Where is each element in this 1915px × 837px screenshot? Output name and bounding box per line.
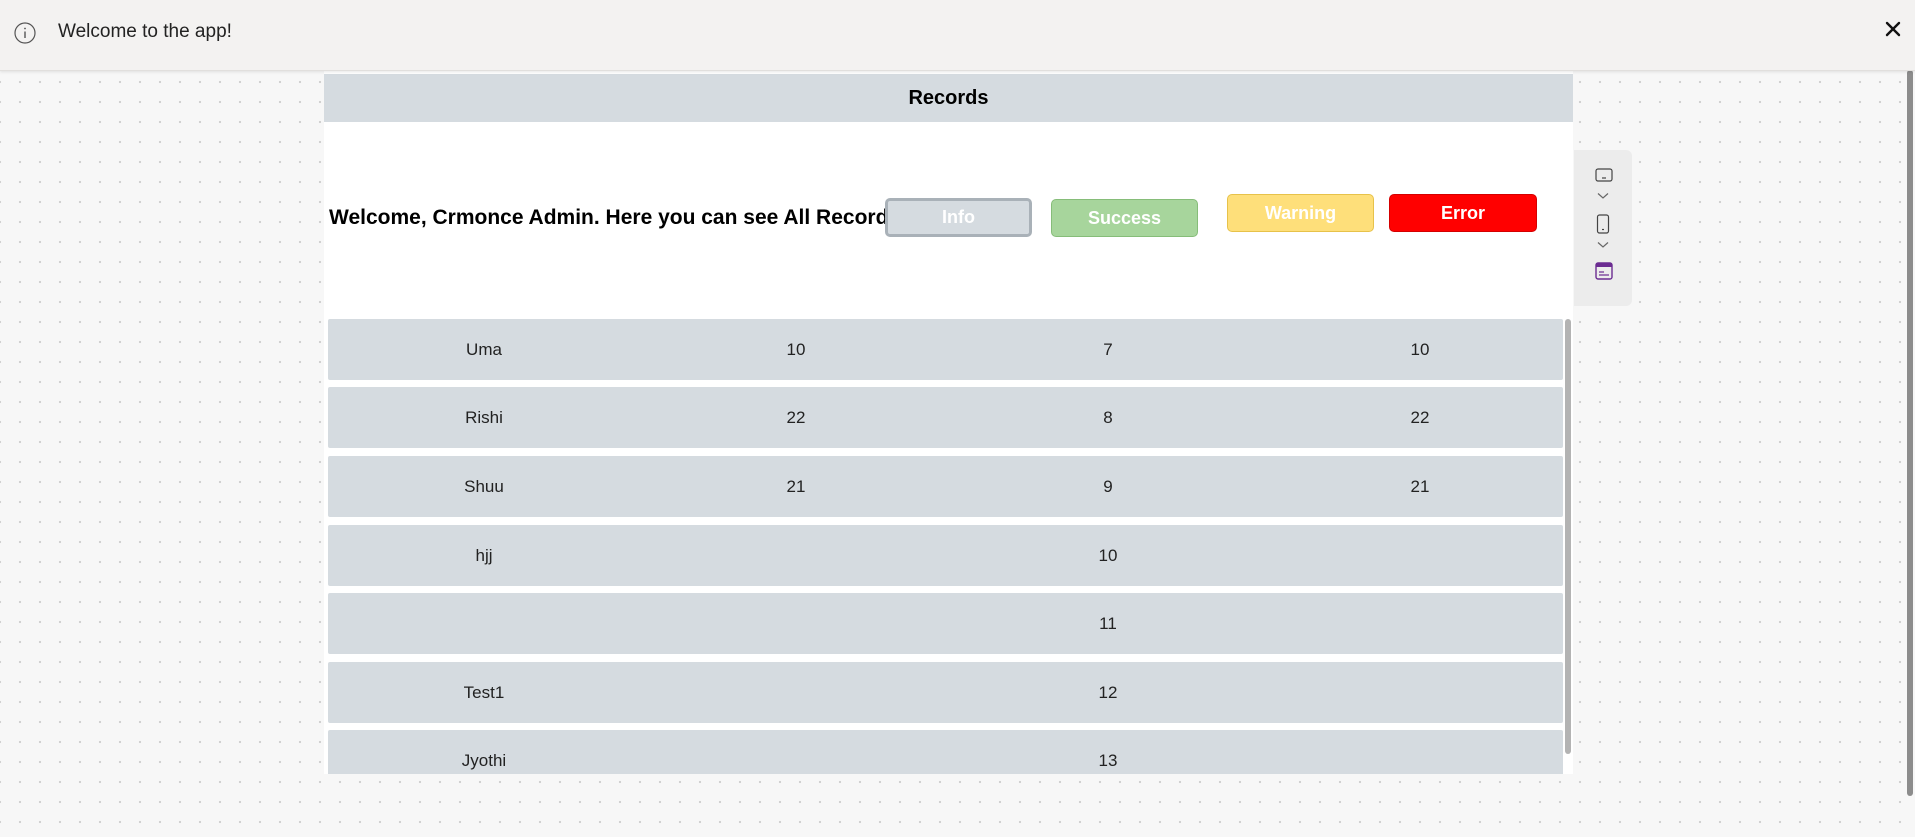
panel-title: Records (908, 86, 989, 109)
record-name: hjj (475, 545, 493, 565)
chevron-down-icon[interactable] (1597, 192, 1609, 200)
table-row[interactable]: Shuu 21 9 21 (328, 456, 1563, 517)
success-button[interactable]: Success (1051, 199, 1198, 237)
app-window-icon[interactable] (1595, 262, 1613, 280)
records-panel: Records Welcome, Crmonce Admin. Here you… (324, 71, 1573, 774)
record-id: 11 (1099, 613, 1117, 633)
panel-header: Records (324, 74, 1573, 122)
notification-bar: Welcome to the app! (0, 0, 1915, 71)
table-row[interactable]: Test1 12 (328, 662, 1563, 723)
record-value (1264, 525, 1563, 586)
record-value: 21 (1410, 476, 1430, 496)
record-name: Test1 (463, 682, 505, 702)
record-name: Shuu (464, 476, 504, 496)
page-scrollbar[interactable] (1907, 70, 1913, 796)
record-value (640, 525, 952, 586)
record-value (1264, 730, 1563, 774)
record-id: 13 (1098, 750, 1118, 770)
welcome-text: Welcome, Crmonce Admin. Here you can see… (329, 206, 906, 229)
mobile-icon[interactable] (1596, 214, 1610, 234)
desktop-icon[interactable] (1595, 168, 1613, 184)
warning-button[interactable]: Warning (1227, 194, 1374, 232)
side-toolbar (1574, 150, 1632, 306)
list-scrollbar-thumb[interactable] (1565, 319, 1571, 754)
error-button[interactable]: Error (1389, 194, 1537, 232)
table-row[interactable]: 11 (328, 593, 1563, 654)
record-value: 22 (786, 407, 806, 427)
record-value (1264, 662, 1563, 723)
record-name (328, 593, 640, 654)
info-button[interactable]: Info (885, 198, 1032, 237)
close-icon[interactable] (1885, 21, 1901, 37)
record-id: 12 (1098, 682, 1118, 702)
record-id: 8 (1103, 407, 1113, 427)
record-value (640, 662, 952, 723)
table-row[interactable]: Jyothi 13 (328, 730, 1563, 774)
info-icon (14, 22, 36, 44)
record-name: Rishi (465, 407, 503, 427)
record-name: Jyothi (461, 750, 507, 770)
notification-message: Welcome to the app! (58, 21, 232, 42)
record-id: 10 (1098, 545, 1118, 565)
table-row[interactable]: Uma 10 7 10 (328, 319, 1563, 380)
table-row[interactable]: Rishi 22 8 22 (328, 387, 1563, 448)
record-value (640, 730, 952, 774)
record-value: 10 (1410, 339, 1430, 359)
records-list: Uma 10 7 10 Rishi 22 8 22 Shuu 21 9 21 h… (328, 319, 1563, 774)
record-value (1264, 593, 1563, 654)
table-row[interactable]: hjj 10 (328, 525, 1563, 586)
record-id: 7 (1103, 339, 1113, 359)
chevron-down-icon[interactable] (1597, 241, 1609, 249)
record-value: 21 (786, 476, 806, 496)
record-value (640, 593, 952, 654)
record-value: 10 (786, 339, 806, 359)
record-value: 22 (1410, 407, 1430, 427)
record-id: 9 (1103, 476, 1113, 496)
record-name: Uma (466, 339, 502, 359)
